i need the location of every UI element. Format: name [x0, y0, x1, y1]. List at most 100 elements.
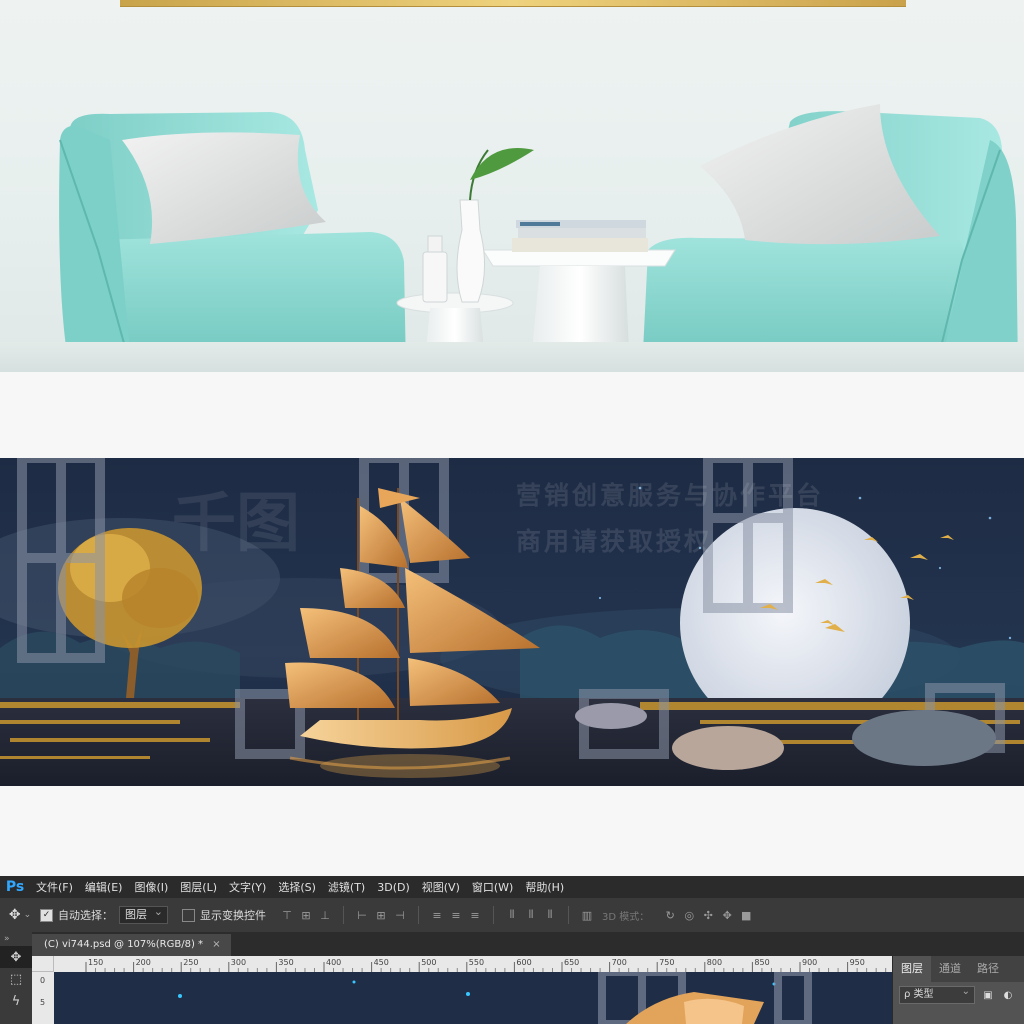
- align-left-icon[interactable]: ⊢: [355, 908, 369, 922]
- ruler-label: 650: [564, 958, 579, 967]
- stone-medium: [672, 726, 784, 770]
- 3d-pan-icon[interactable]: ✣: [701, 908, 715, 922]
- menu-type[interactable]: 文字(Y): [223, 879, 272, 895]
- layer-filter-dropdown[interactable]: ρ 类型: [899, 984, 975, 1004]
- artwork-illustration: [0, 458, 1024, 786]
- tab-channels[interactable]: 通道: [931, 956, 969, 982]
- marquee-tool-icon[interactable]: ⬚: [0, 968, 32, 990]
- move-tool-icon[interactable]: ✥ ⌄: [0, 898, 40, 932]
- photoshop-logo-icon: Ps: [5, 879, 25, 895]
- floor: [0, 342, 1024, 372]
- ruler-label: 700: [612, 958, 627, 967]
- distribute-left-icon[interactable]: ⦀: [505, 908, 519, 922]
- menu-filter[interactable]: 滤镜(T): [322, 879, 371, 895]
- 3d-slide-icon[interactable]: ✥: [720, 908, 734, 922]
- show-transform-checkbox[interactable]: [182, 908, 195, 922]
- ruler-label: 600: [516, 958, 531, 967]
- search-icon: ρ: [904, 989, 911, 1000]
- watermark-text-2: 商用请获取授权: [516, 527, 713, 556]
- ruler-label: 550: [469, 958, 484, 967]
- close-tab-icon[interactable]: ×: [212, 939, 220, 950]
- menu-layer[interactable]: 图层(L): [174, 879, 223, 895]
- photoshop-window: Ps 文件(F) 编辑(E) 图像(I) 图层(L) 文字(Y) 选择(S) 滤…: [0, 876, 1024, 1024]
- ruler-ticks: 150 200 250 300 350 400 450 500 550 600 650 700 750 8…: [85, 958, 887, 972]
- ruler-label: 850: [754, 958, 769, 967]
- ruler-label: 150: [88, 958, 103, 967]
- ruler-label: 400: [326, 958, 341, 967]
- ruler-label: 950: [850, 958, 865, 967]
- tab-paths[interactable]: 路径: [969, 956, 1007, 982]
- menu-edit[interactable]: 编辑(E): [79, 879, 129, 895]
- 3d-rotate-icon[interactable]: ↻: [663, 908, 677, 922]
- adjustment-filter-icon[interactable]: ◐: [1001, 988, 1015, 1002]
- artwork-preview: 千图 营销创意服务与协作平台 商用请获取授权: [0, 458, 1024, 786]
- small-bottle: [422, 235, 448, 303]
- distribute-right-icon[interactable]: ⦀: [543, 908, 557, 922]
- stone-large: [852, 710, 996, 766]
- ruler-label: 300: [231, 958, 246, 967]
- menu-view[interactable]: 视图(V): [416, 879, 466, 895]
- ruler-label: 900: [802, 958, 817, 967]
- align-top-icon[interactable]: ⊤: [280, 908, 294, 922]
- books: [512, 220, 648, 252]
- align-bottom-icon[interactable]: ⊥: [318, 908, 332, 922]
- auto-select-dropdown[interactable]: 图层: [119, 904, 168, 924]
- watermark-text-1: 营销创意服务与协作平台: [516, 481, 825, 510]
- ruler-label: 450: [374, 958, 389, 967]
- ruler-corner: [32, 956, 54, 972]
- watermark-logo: 千图: [172, 487, 300, 561]
- layer-filter-row: ρ 类型 ▣ ◐: [893, 982, 1024, 1008]
- image-filter-icon[interactable]: ▣: [981, 988, 995, 1002]
- auto-select-label: 自动选择：: [58, 909, 113, 922]
- panel-tabs: 图层 通道 路径: [893, 956, 1024, 982]
- 3d-roll-icon[interactable]: ◎: [682, 908, 696, 922]
- tab-layers[interactable]: 图层: [893, 956, 931, 982]
- distribute-top-icon[interactable]: ≡: [430, 908, 444, 922]
- room-illustration: [59, 104, 1018, 372]
- page: 千图 营销创意服务与协作平台 商用请获取授权 Ps 文件(F) 编辑(E) 图像…: [0, 0, 1024, 1024]
- menu-image[interactable]: 图像(I): [128, 879, 174, 895]
- spacer: [0, 372, 1024, 458]
- vertical-ruler[interactable]: 0 5: [32, 972, 54, 1024]
- panel-dock-top: [892, 932, 1024, 956]
- ruler-label: 350: [278, 958, 293, 967]
- lasso-tool-icon[interactable]: ϟ: [0, 990, 32, 1012]
- options-bar: ✥⌄ ✓ 自动选择： 图层 显示变换控件 ⊤ ⊞ ⊥ ⊢ ⊞ ⊣ ≡ ≡ ≡ ⦀…: [0, 898, 1024, 933]
- layers-panel: 图层 通道 路径 ρ 类型 ▣ ◐: [892, 956, 1024, 1024]
- align-hcenter-icon[interactable]: ⊞: [374, 908, 388, 922]
- stone-small: [575, 703, 647, 729]
- layer-filter-value: 类型: [913, 989, 934, 1000]
- 3d-controls: ↻ ◎ ✣ ✥ ■: [663, 908, 753, 922]
- show-transform-label: 显示变换控件: [200, 909, 266, 922]
- menu-bar: Ps 文件(F) 编辑(E) 图像(I) 图层(L) 文字(Y) 选择(S) 滤…: [0, 876, 1024, 898]
- room-mockup-photo: [0, 0, 1024, 372]
- distribute-vcenter-icon[interactable]: ≡: [449, 908, 463, 922]
- 3d-scale-icon[interactable]: ■: [739, 908, 753, 922]
- document-tab-title: (C) vi744.psd @ 107%(RGB/8) *: [44, 939, 204, 950]
- document-canvas[interactable]: [54, 972, 892, 1024]
- 3d-mode-label: 3D 模式：: [602, 911, 650, 923]
- ruler-label: 800: [707, 958, 722, 967]
- distribute-bottom-icon[interactable]: ≡: [468, 908, 482, 922]
- collapse-arrows-icon[interactable]: »: [0, 932, 36, 946]
- ruler-label: 500: [421, 958, 436, 967]
- align-right-icon[interactable]: ⊣: [393, 908, 407, 922]
- menu-select[interactable]: 选择(S): [272, 879, 322, 895]
- auto-align-icon[interactable]: ▥: [580, 908, 594, 922]
- ruler-label: 750: [659, 958, 674, 967]
- canvas-artwork-preview: [54, 972, 892, 1024]
- spacer: [0, 786, 1024, 876]
- auto-select-checkbox[interactable]: ✓: [40, 908, 53, 922]
- distribute-hcenter-icon[interactable]: ⦀: [524, 908, 538, 922]
- menu-file[interactable]: 文件(F): [30, 879, 79, 895]
- menu-help[interactable]: 帮助(H): [519, 879, 570, 895]
- tools-panel: » ✥ ⬚ ϟ: [0, 932, 33, 1024]
- horizontal-ruler[interactable]: 150 200 250 300 350 400 450 500 550 600 650 700 750 8…: [54, 956, 892, 972]
- align-vcenter-icon[interactable]: ⊞: [299, 908, 313, 922]
- document-tab[interactable]: (C) vi744.psd @ 107%(RGB/8) * ×: [32, 934, 231, 956]
- move-tool-icon[interactable]: ✥: [0, 946, 32, 968]
- menu-window[interactable]: 窗口(W): [466, 879, 519, 895]
- menu-3d[interactable]: 3D(D): [371, 881, 416, 894]
- document-tabs: (C) vi744.psd @ 107%(RGB/8) * ×: [32, 932, 892, 956]
- align-controls: ⊤ ⊞ ⊥ ⊢ ⊞ ⊣ ≡ ≡ ≡ ⦀ ⦀ ⦀ ▥: [280, 906, 594, 924]
